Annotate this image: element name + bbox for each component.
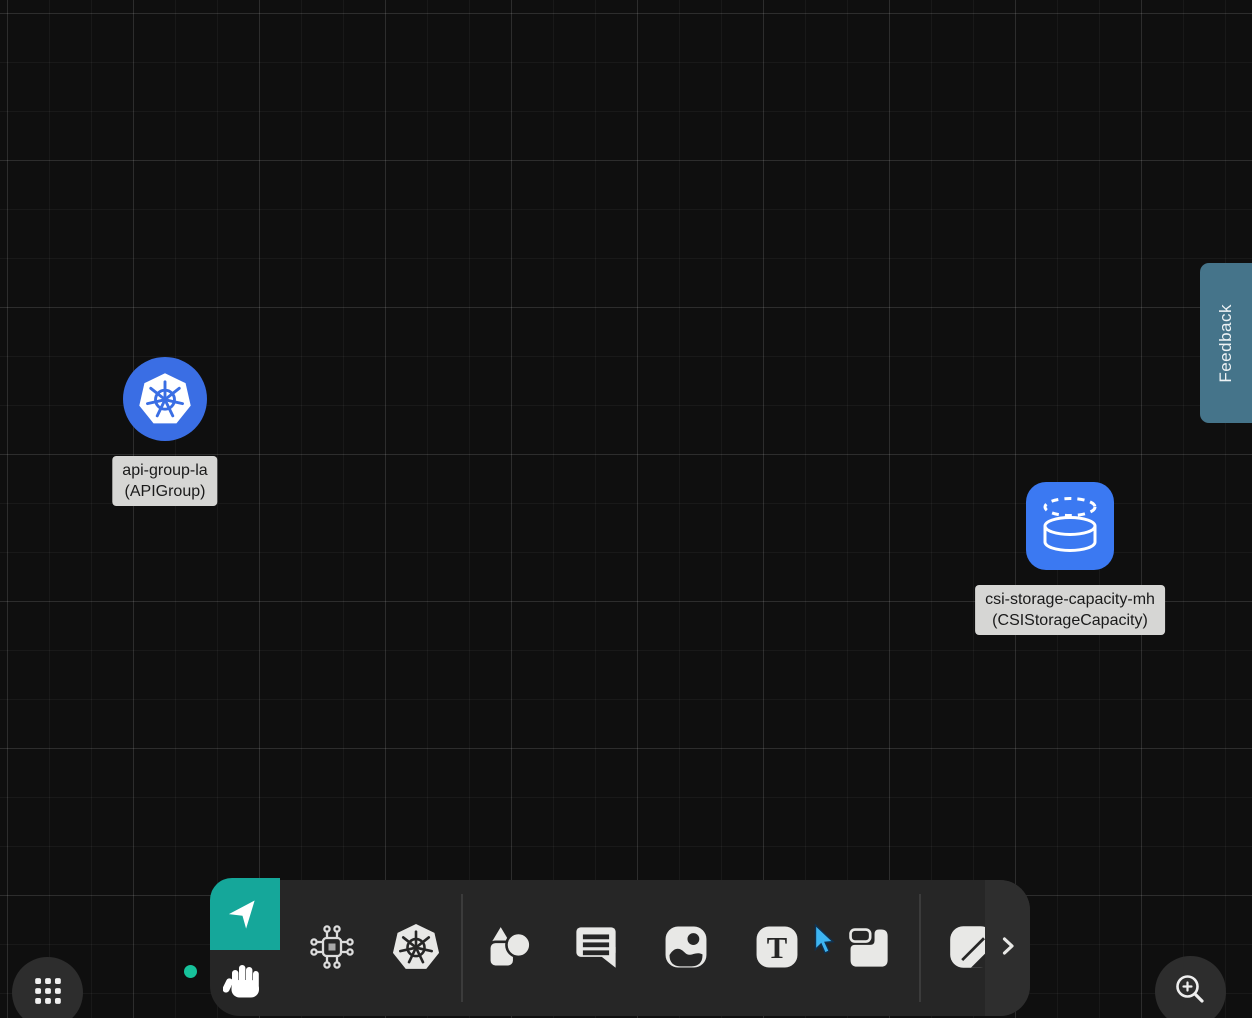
chevron-right-icon <box>998 935 1018 962</box>
hand-icon <box>223 960 267 1007</box>
comment-tool-button[interactable] <box>568 920 624 976</box>
cursor-arrow-icon <box>225 893 265 936</box>
frame-tool-button[interactable] <box>840 920 896 976</box>
zoom-in-button[interactable] <box>1155 956 1226 1018</box>
toolbar-divider <box>919 894 921 1002</box>
toolbar-expand-button[interactable] <box>985 880 1030 1016</box>
node-kind: (CSIStorageCapacity) <box>985 610 1155 631</box>
apps-grid-icon <box>30 973 66 1012</box>
storage-cylinder-icon <box>1026 482 1114 570</box>
text-icon: T <box>752 922 802 975</box>
text-tool-button[interactable]: T <box>749 920 805 976</box>
toolbar-divider <box>461 894 463 1002</box>
node-api-group[interactable]: api-group-la (APIGroup) <box>123 357 207 441</box>
toolbar: T <box>210 880 1030 1016</box>
feedback-tab[interactable]: Feedback <box>1200 263 1252 423</box>
node-label: api-group-la (APIGroup) <box>112 456 217 506</box>
node-kind: (APIGroup) <box>122 481 207 502</box>
network-chip-icon <box>308 923 356 974</box>
diagram-canvas[interactable]: api-group-la (APIGroup) csi-storage-capa… <box>0 0 1252 1018</box>
image-tool-button[interactable] <box>658 920 714 976</box>
svg-text:T: T <box>767 930 787 964</box>
network-tool-button[interactable] <box>304 920 360 976</box>
feedback-label: Feedback <box>1216 304 1236 383</box>
frame-icon <box>844 923 892 974</box>
status-dot <box>184 965 197 978</box>
shapes-tool-button[interactable] <box>480 920 536 976</box>
kubernetes-icon <box>390 921 442 976</box>
kubernetes-tool-button[interactable] <box>388 920 444 976</box>
node-name: api-group-la <box>122 460 207 481</box>
select-tool-button[interactable] <box>210 878 280 950</box>
node-name: csi-storage-capacity-mh <box>985 589 1155 610</box>
node-csi-storage-capacity[interactable]: csi-storage-capacity-mh (CSIStorageCapac… <box>1026 482 1114 570</box>
kubernetes-icon <box>123 357 207 441</box>
node-label: csi-storage-capacity-mh (CSIStorageCapac… <box>975 585 1165 635</box>
zoom-in-icon <box>1171 970 1211 1013</box>
image-icon <box>661 922 711 975</box>
pan-tool-button[interactable] <box>212 952 278 1014</box>
shapes-icon <box>483 922 533 975</box>
apps-menu-button[interactable] <box>12 957 83 1018</box>
comment-icon <box>572 923 620 974</box>
